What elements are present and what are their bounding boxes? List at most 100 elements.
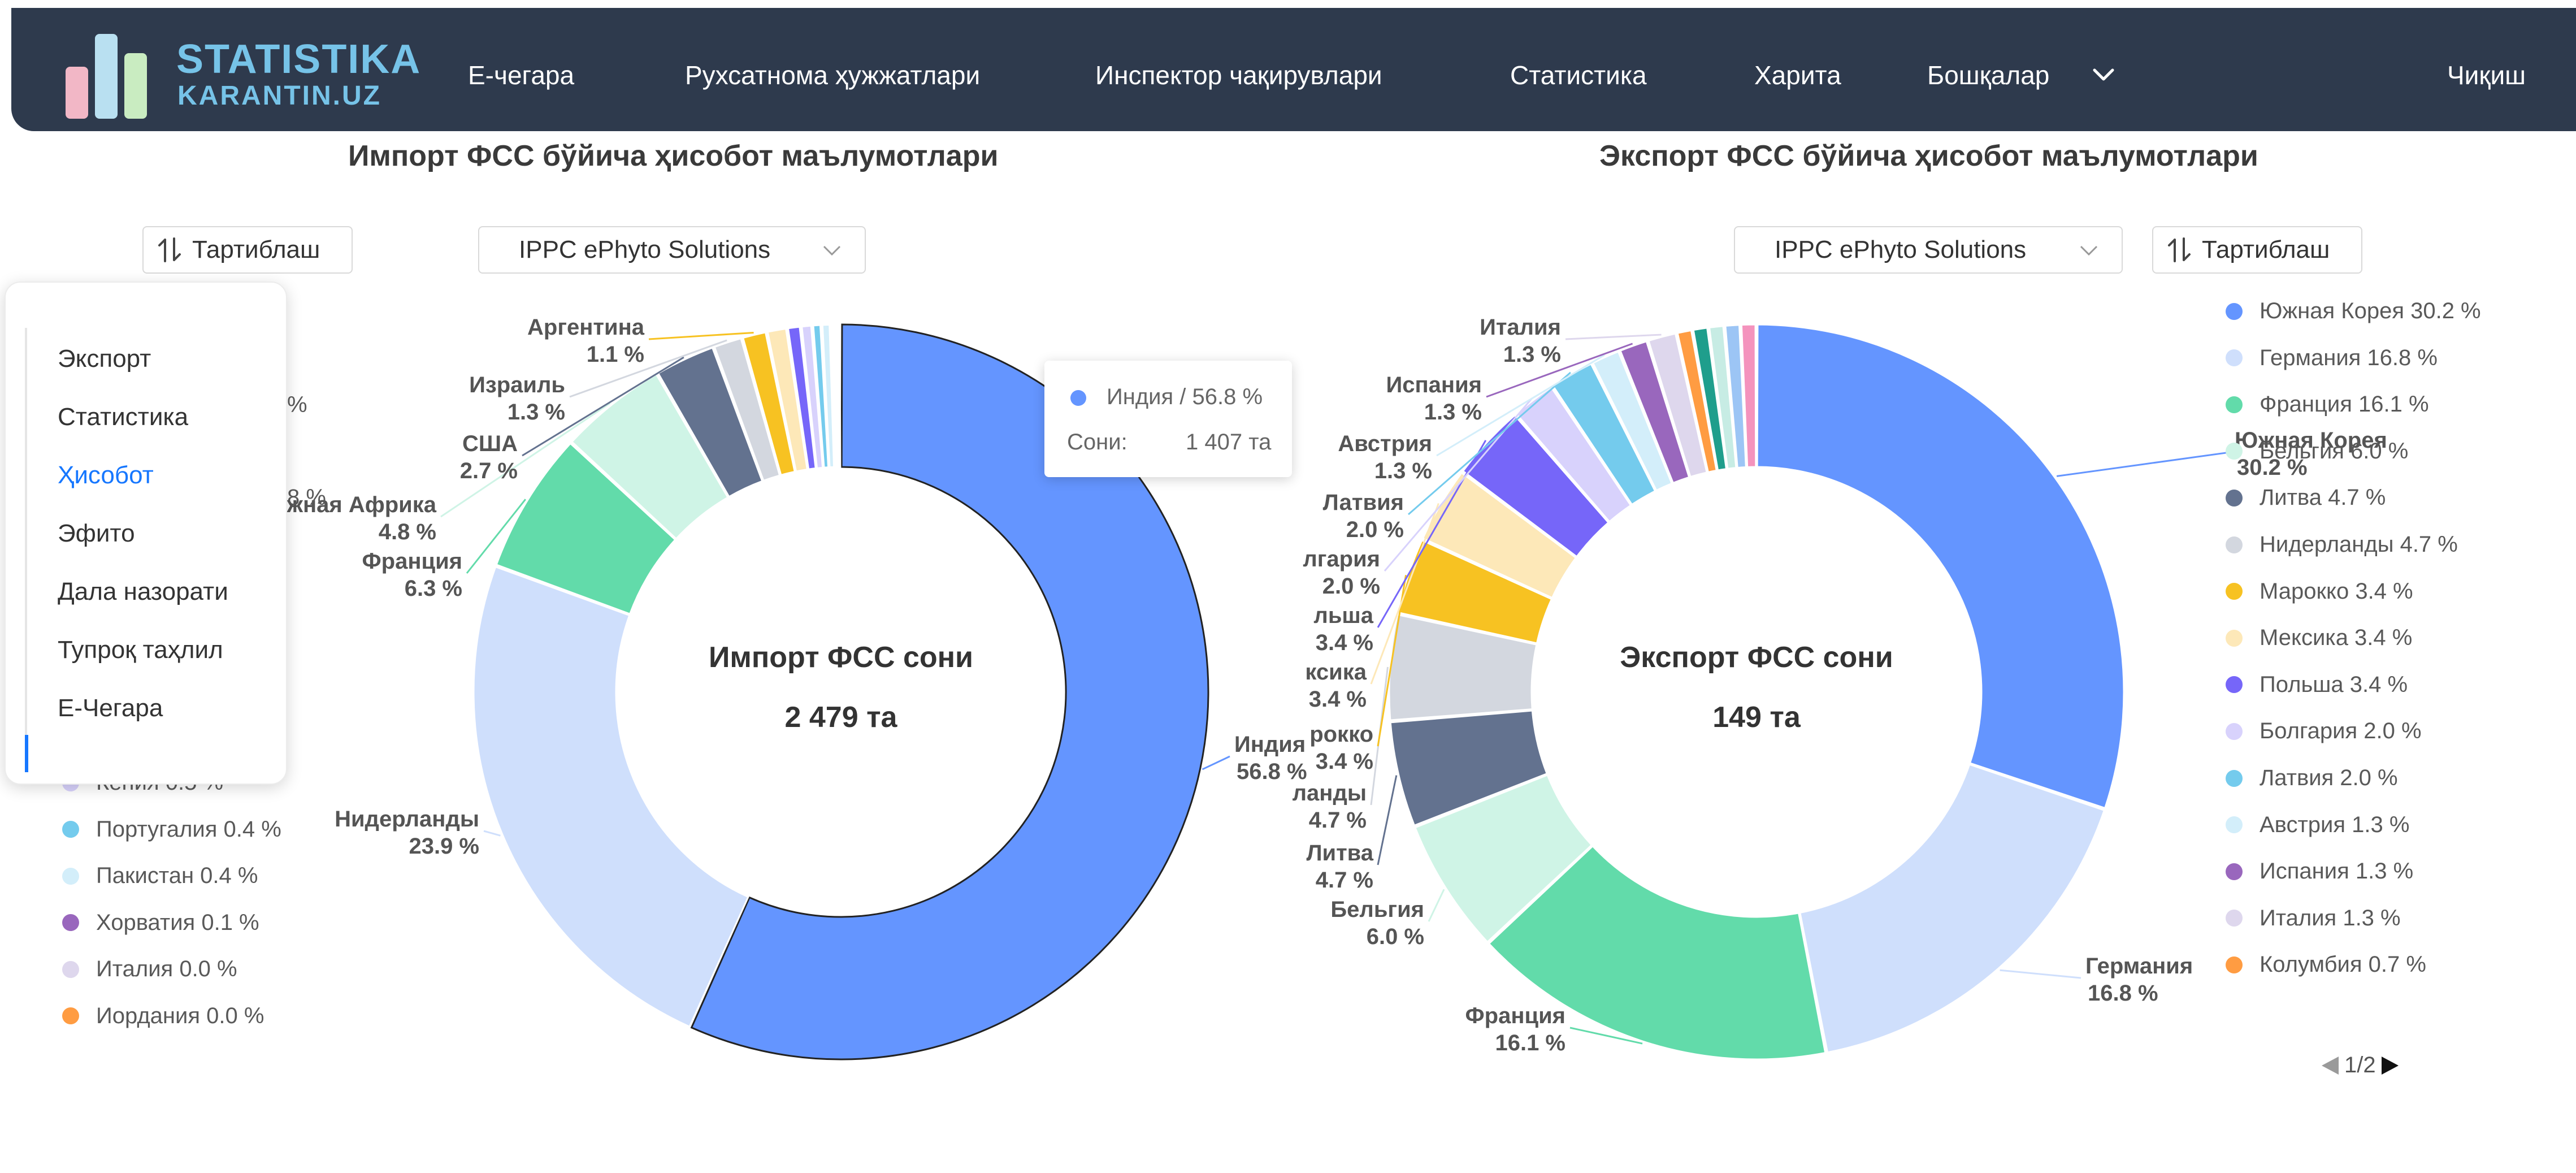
export-leader-line xyxy=(2056,451,2231,477)
export-legend-item[interactable]: Италия 1.3 % xyxy=(2226,906,2401,931)
legend-dot xyxy=(2226,536,2243,553)
legend-label: Австрия 1.3 % xyxy=(2260,812,2410,837)
menu-item-soil-analysis[interactable]: Тупроқ таҳлил xyxy=(58,636,223,664)
legend-dot xyxy=(2226,722,2243,740)
menu-rule xyxy=(25,328,27,736)
menu-item-report[interactable]: Ҳисобот xyxy=(58,461,154,490)
export-slice-label: рокко 3.4 % xyxy=(1309,722,1373,774)
legend-label: Нидерланды 4.7 % xyxy=(2260,532,2458,557)
export-legend-item[interactable]: Австрия 1.3 % xyxy=(2226,812,2409,838)
legend-dot xyxy=(2226,349,2243,367)
import-slice-label: Нидерланды 23.9 % xyxy=(335,807,479,859)
legend-dot xyxy=(2226,956,2243,973)
export-leader-line xyxy=(1565,334,1662,340)
legend-dot xyxy=(62,1007,79,1024)
legend-label: Италия 1.3 % xyxy=(2260,905,2401,930)
legend-label: Испания 1.3 % xyxy=(2260,859,2414,884)
menu-item-field-control[interactable]: Дала назорати xyxy=(58,578,228,606)
pager-prev-icon[interactable] xyxy=(2319,1054,2342,1077)
export-legend-item[interactable]: Бельгия 6.0 % xyxy=(2226,439,2408,464)
import-slice-label: США 2.7 % xyxy=(460,431,518,483)
legend-label: Италия 0.0 % xyxy=(96,956,237,981)
legend-label: Мексика 3.4 % xyxy=(2260,625,2413,651)
legend-label: Португалия 0.4 % xyxy=(96,816,281,842)
charts-canvas: Импорт ФСС сони 2 479 та Индия 56.8 % Нидерл… xyxy=(263,315,2387,1061)
export-center-value: 149 та xyxy=(1712,701,1801,734)
legend-label: Хорватия 0.1 % xyxy=(96,910,259,935)
export-legend-item[interactable]: Испания 1.3 % xyxy=(2226,859,2413,884)
menu-item-ephyto[interactable]: Эфито xyxy=(58,520,135,548)
export-slice-label: Бельгия 6.0 % xyxy=(1330,897,1424,949)
legend-label: Южная Корея 30.2 % xyxy=(2260,298,2481,323)
legend-label: Польша 3.4 % xyxy=(2260,672,2408,697)
legend-dot xyxy=(62,914,79,931)
export-legend-item[interactable]: Латвия 2.0 % xyxy=(2226,765,2398,791)
legend-label: Колумбия 0.7 % xyxy=(2260,952,2426,977)
export-slice-1[interactable] xyxy=(1799,763,2106,1054)
import-slice-label: Франция 6.3 % xyxy=(362,549,463,601)
export-legend-item[interactable]: Франция 16.1 % xyxy=(2226,392,2429,417)
import-legend-item[interactable]: Хорватия 0.1 % xyxy=(62,910,259,936)
legend-fragment: 8 % xyxy=(287,485,326,510)
export-legend-item[interactable]: Мексика 3.4 % xyxy=(2226,625,2412,651)
export-slice-label: Латвия 2.0 % xyxy=(1323,490,1404,542)
legend-dot xyxy=(2226,863,2243,880)
import-slice-label: Индия 56.8 % xyxy=(1234,732,1307,784)
import-legend-item[interactable]: Италия 0.0 % xyxy=(62,956,237,982)
legend-dot xyxy=(2226,443,2243,460)
import-legend-item[interactable]: Португалия 0.4 % xyxy=(62,817,281,842)
import-center-label: Импорт ФСС сони xyxy=(709,641,973,674)
legend-dot xyxy=(62,960,79,978)
export-slice-label: льша 3.4 % xyxy=(1313,603,1373,655)
legend-dot xyxy=(2226,816,2243,834)
legend-dot xyxy=(2226,676,2243,694)
pager-text: 1/2 xyxy=(2344,1053,2376,1077)
menu-item-statistics[interactable]: Статистика xyxy=(58,403,188,431)
import-legend-item[interactable]: Пакистан 0.4 % xyxy=(62,863,258,889)
chart-tooltip: Индия / 56.8 % Сони: 1 407 та xyxy=(1044,361,1292,477)
export-slice-label: лгария 2.0 % xyxy=(1303,547,1380,599)
legend-label: Германия 16.8 % xyxy=(2260,345,2438,370)
import-slice-1[interactable] xyxy=(472,565,749,1028)
legend-dot xyxy=(62,867,79,885)
export-legend-item[interactable]: Германия 16.8 % xyxy=(2226,345,2438,371)
legend-label: Франция 16.1 % xyxy=(2260,392,2429,417)
legend-dot xyxy=(2226,910,2243,927)
export-legend-item[interactable]: Колумбия 0.7 % xyxy=(2226,952,2426,977)
menu-item-export[interactable]: Экспорт xyxy=(58,345,151,373)
import-leader-line xyxy=(483,830,501,837)
tooltip-count-label: Сони: xyxy=(1067,430,1127,455)
legend-dot xyxy=(62,821,79,838)
pager-next-icon[interactable] xyxy=(2378,1054,2401,1077)
import-slice-14[interactable] xyxy=(838,323,842,468)
import-center-value: 2 479 та xyxy=(785,701,898,734)
export-legend-item[interactable]: Южная Корея 30.2 % xyxy=(2226,298,2481,324)
import-slice-label: Аргентина 1.1 % xyxy=(527,315,645,367)
export-legend-item[interactable]: Марокко 3.4 % xyxy=(2226,579,2413,604)
legend-dot xyxy=(2226,302,2243,320)
legend-dot xyxy=(2226,629,2243,647)
export-legend-item[interactable]: Болгария 2.0 % xyxy=(2226,718,2422,744)
import-legend-item[interactable]: Иордания 0.0 % xyxy=(62,1003,264,1029)
menu-item-e-chegara[interactable]: Е-Чегара xyxy=(58,694,163,722)
legend-fragment: % xyxy=(287,392,307,417)
export-slice-label: ксика 3.4 % xyxy=(1305,660,1367,712)
legend-dot xyxy=(2226,769,2243,787)
export-slice-label: Италия 1.3 % xyxy=(1480,315,1561,367)
import-leader-line xyxy=(648,332,754,340)
export-slice-label: ланды 4.7 % xyxy=(1293,781,1367,833)
export-legend-item[interactable]: Литва 4.7 % xyxy=(2226,485,2386,510)
export-slice-label: Испания 1.3 % xyxy=(1386,373,1482,425)
tooltip-color-dot xyxy=(1070,390,1086,406)
legend-dot xyxy=(2226,489,2243,507)
tooltip-title: Индия / 56.8 % xyxy=(1107,384,1263,409)
export-legend-item[interactable]: Нидерланды 4.7 % xyxy=(2226,532,2458,557)
export-slice-0[interactable] xyxy=(1756,323,2125,810)
legend-pager: 1/2 xyxy=(2319,1053,2401,1078)
legend-label: Марокко 3.4 % xyxy=(2260,578,2413,604)
export-leader-line xyxy=(2000,969,2081,979)
import-slice-label: Израиль 1.3 % xyxy=(469,373,565,425)
side-menu: Экспорт Статистика Ҳисобот Эфито Дала на… xyxy=(5,282,287,785)
export-legend-item[interactable]: Польша 3.4 % xyxy=(2226,672,2408,698)
legend-dot xyxy=(2226,583,2243,600)
